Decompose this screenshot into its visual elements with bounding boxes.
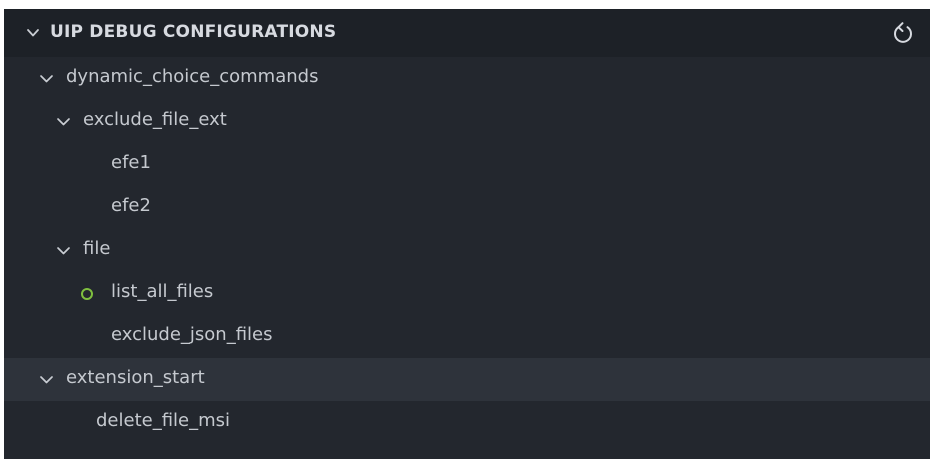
chevron-down-icon[interactable] xyxy=(56,243,71,258)
chevron-down-icon[interactable] xyxy=(56,114,71,129)
tree-item-label: extension_start xyxy=(66,367,205,388)
panel-header[interactable]: UIP DEBUG CONFIGURATIONS xyxy=(4,9,930,57)
tree-item-label: list_all_files xyxy=(111,281,214,302)
tree-item-label: delete_file_msi xyxy=(96,410,231,431)
circle-outline-icon xyxy=(81,288,93,300)
tree-item-label: exclude_json_files xyxy=(111,324,273,345)
tree-item-efe1[interactable]: efe1 xyxy=(4,143,930,186)
chevron-down-icon[interactable] xyxy=(26,26,40,40)
debug-configurations-panel: UIP DEBUG CONFIGURATIONS dynamic_choice_… xyxy=(4,9,930,459)
tree-item-label: file xyxy=(83,238,111,259)
configuration-tree: dynamic_choice_commands exclude_file_ext… xyxy=(4,57,930,444)
tree-item-file[interactable]: file xyxy=(4,229,930,272)
tree-item-delete-file-msi[interactable]: delete_file_msi xyxy=(4,401,930,444)
tree-item-dynamic-choice-commands[interactable]: dynamic_choice_commands xyxy=(4,57,930,100)
panel-title: UIP DEBUG CONFIGURATIONS xyxy=(50,22,337,42)
tree-item-label: efe2 xyxy=(111,195,151,216)
tree-item-label: dynamic_choice_commands xyxy=(66,66,319,87)
refresh-icon[interactable] xyxy=(889,19,917,47)
tree-item-extension-start[interactable]: extension_start xyxy=(4,358,930,401)
tree-item-label: exclude_file_ext xyxy=(83,109,227,130)
chevron-down-icon[interactable] xyxy=(39,372,54,387)
tree-item-label: efe1 xyxy=(111,152,151,173)
chevron-down-icon[interactable] xyxy=(39,71,54,86)
tree-item-exclude-file-ext[interactable]: exclude_file_ext xyxy=(4,100,930,143)
tree-item-exclude-json-files[interactable]: exclude_json_files xyxy=(4,315,930,358)
tree-item-efe2[interactable]: efe2 xyxy=(4,186,930,229)
tree-item-list-all-files[interactable]: list_all_files xyxy=(4,272,930,315)
